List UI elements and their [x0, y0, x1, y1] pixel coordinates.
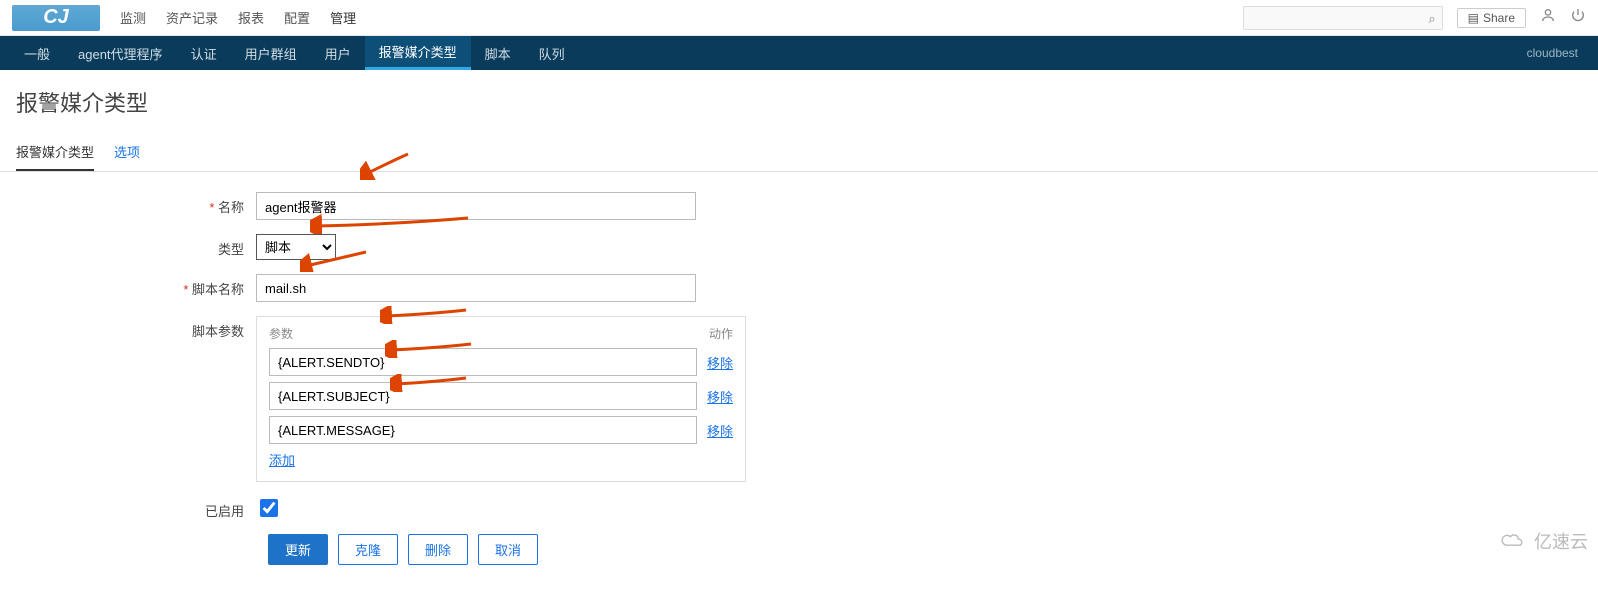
script-params-box: 参数 动作 移除 移除 移除 添加	[256, 316, 746, 482]
share-label: Share	[1483, 11, 1515, 25]
clone-button[interactable]: 克隆	[338, 534, 398, 565]
label-enabled: 已启用	[16, 496, 256, 520]
share-button[interactable]: ▤ Share	[1457, 8, 1526, 28]
watermark-text: 亿速云	[1534, 528, 1588, 554]
media-type-form: 名称 类型 脚本 脚本名称 脚本参数 参数 动作 移除 移除	[0, 172, 1598, 605]
main-nav: 监测 资产记录 报表 配置 管理	[120, 0, 356, 35]
label-script-params: 脚本参数	[16, 316, 256, 340]
update-button[interactable]: 更新	[268, 534, 328, 565]
params-header: 参数 动作	[269, 325, 733, 342]
tab-options[interactable]: 选项	[114, 134, 140, 171]
search-icon: ⌕	[1428, 11, 1435, 27]
label-name: 名称	[16, 192, 256, 216]
subnav-media-types[interactable]: 报警媒介类型	[365, 36, 471, 70]
button-row: 更新 克隆 删除 取消	[268, 534, 1582, 565]
add-param-link[interactable]: 添加	[269, 453, 295, 468]
power-icon[interactable]	[1570, 7, 1586, 28]
subnav-user-groups[interactable]: 用户群组	[231, 36, 311, 70]
subnav-auth[interactable]: 认证	[177, 36, 231, 70]
remove-param-1[interactable]: 移除	[707, 353, 733, 372]
nav-reports[interactable]: 报表	[238, 0, 264, 35]
label-script-name: 脚本名称	[16, 274, 256, 298]
param-input-3[interactable]	[269, 416, 697, 444]
cancel-button[interactable]: 取消	[478, 534, 538, 565]
tab-media-type[interactable]: 报警媒介类型	[16, 134, 94, 171]
param-row: 移除	[269, 348, 733, 376]
search-box[interactable]: ⌕	[1243, 6, 1443, 30]
type-select[interactable]: 脚本	[256, 234, 336, 260]
page-title: 报警媒介类型	[0, 70, 1598, 128]
remove-param-3[interactable]: 移除	[707, 421, 733, 440]
params-header-action: 动作	[709, 325, 733, 342]
subnav-general[interactable]: 一般	[10, 36, 64, 70]
params-header-param: 参数	[269, 325, 709, 342]
param-input-2[interactable]	[269, 382, 697, 410]
subnav-user-label: cloudbest	[1527, 36, 1588, 70]
subnav-queues[interactable]: 队列	[525, 36, 579, 70]
logo: CJ	[12, 5, 100, 31]
nav-admin[interactable]: 管理	[330, 0, 356, 35]
nav-config[interactable]: 配置	[284, 0, 310, 35]
subnav-scripts[interactable]: 脚本	[471, 36, 525, 70]
share-icon: ▤	[1468, 11, 1479, 25]
enabled-checkbox[interactable]	[260, 499, 278, 517]
label-type: 类型	[16, 234, 256, 258]
param-input-1[interactable]	[269, 348, 697, 376]
user-icon[interactable]	[1540, 7, 1556, 28]
nav-assets[interactable]: 资产记录	[166, 0, 218, 35]
form-tabs: 报警媒介类型 选项	[0, 134, 1598, 172]
top-right: ⌕ ▤ Share	[1243, 6, 1586, 30]
remove-param-2[interactable]: 移除	[707, 387, 733, 406]
sub-nav: 一般 agent代理程序 认证 用户群组 用户 报警媒介类型 脚本 队列 clo…	[0, 36, 1598, 70]
param-row: 移除	[269, 416, 733, 444]
top-bar: CJ 监测 资产记录 报表 配置 管理 ⌕ ▤ Share	[0, 0, 1598, 36]
subnav-agent-proxy[interactable]: agent代理程序	[64, 36, 177, 70]
param-row: 移除	[269, 382, 733, 410]
nav-monitor[interactable]: 监测	[120, 0, 146, 35]
delete-button[interactable]: 删除	[408, 534, 468, 565]
name-input[interactable]	[256, 192, 696, 220]
watermark: 亿速云	[1500, 528, 1588, 554]
script-name-input[interactable]	[256, 274, 696, 302]
